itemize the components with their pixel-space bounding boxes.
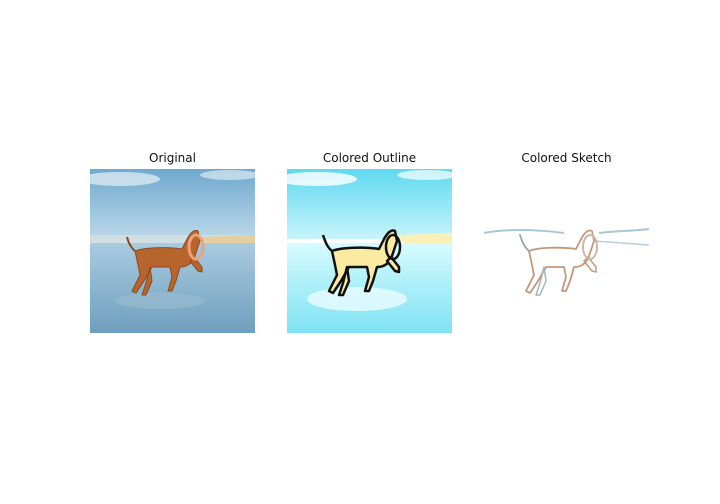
panel-title-original: Original: [149, 151, 196, 165]
panel-title-colored-sketch: Colored Sketch: [521, 151, 612, 165]
panel-title-colored-outline: Colored Outline: [322, 151, 417, 165]
original-image: [90, 169, 255, 333]
colored-outline-image: [287, 169, 452, 333]
colored-sketch-image: [484, 169, 649, 333]
